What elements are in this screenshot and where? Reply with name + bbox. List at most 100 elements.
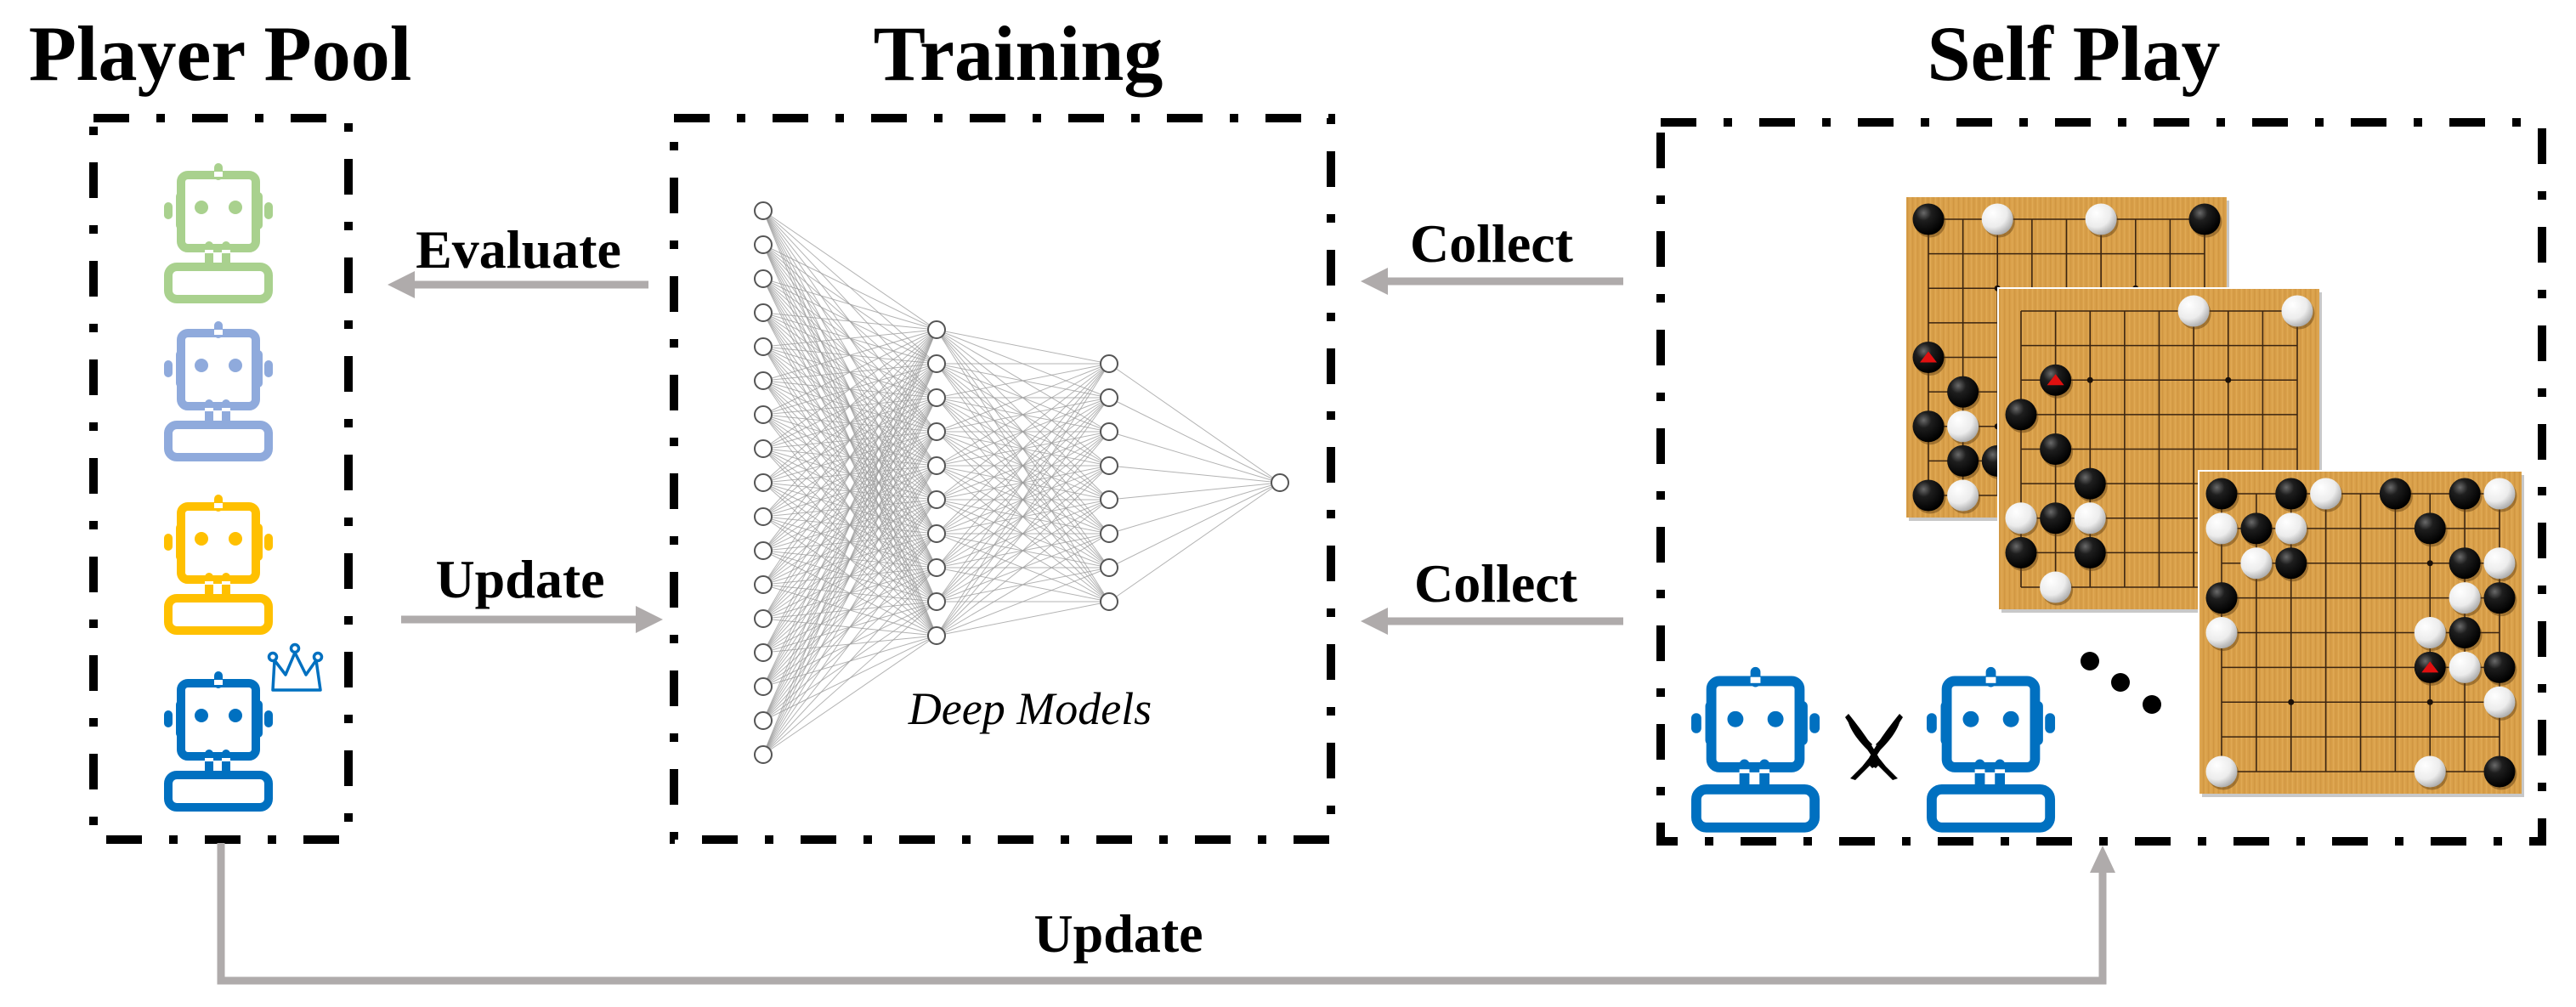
star-point: [2288, 699, 2295, 705]
network-node-layer-3: [1100, 558, 1118, 577]
network-node-layer-1: [754, 609, 773, 628]
white-stone: [2005, 502, 2037, 535]
network-edge: [1108, 482, 1281, 603]
network-edge: [1108, 397, 1281, 484]
black-stone: [2040, 433, 2072, 465]
ellipsis-icon: [2081, 652, 2161, 714]
network-node-layer-1: [754, 235, 773, 254]
black-stone: [2074, 536, 2106, 569]
white-stone: [2449, 582, 2481, 614]
crown-icon: [267, 642, 324, 692]
black-stone: [2188, 203, 2221, 235]
ellipsis-dot: [2143, 695, 2161, 714]
neural-network-diagram: [754, 201, 1289, 764]
network-node-layer-2: [927, 354, 946, 373]
black-stone: [2449, 478, 2481, 510]
training-title: Training: [874, 10, 1163, 97]
black-stone: [2449, 617, 2481, 648]
network-node-layer-1: [754, 677, 773, 696]
crossed-swords-icon: [1845, 714, 1903, 780]
network-node-layer-1: [754, 711, 773, 730]
collect-label-top: Collect: [1410, 213, 1574, 274]
network-node-layer-1: [754, 575, 773, 594]
star-point: [2426, 699, 2433, 705]
robot-avatar-2: [164, 321, 273, 461]
black-stone: [1947, 376, 1979, 408]
update-loop-label: Update: [1033, 903, 1203, 964]
network-node-layer-2: [927, 524, 946, 543]
player-pool-title: Player Pool: [29, 10, 412, 97]
star-point: [2086, 376, 2093, 383]
self-play-training-diagram: Player Pool Training Self Play Deep Mode…: [29, 10, 2546, 985]
black-stone: [2483, 755, 2516, 788]
white-stone: [2449, 651, 2481, 683]
network-node-layer-3: [1100, 490, 1118, 509]
white-stone: [2205, 755, 2238, 788]
white-stone: [2414, 617, 2446, 648]
deep-models-caption: Deep Models: [908, 683, 1152, 734]
go-board-3: [2198, 470, 2524, 797]
white-stone: [1981, 203, 2013, 235]
network-node-layer-2: [927, 592, 946, 611]
network-node-layer-1: [754, 745, 773, 764]
network-node-layer-3: [1100, 354, 1118, 373]
robot-avatar-1: [164, 163, 273, 303]
player-pool-box: [89, 114, 353, 844]
network-node-layer-3: [1100, 388, 1118, 407]
black-stone: [2074, 467, 2106, 500]
network-node-layer-2: [927, 422, 946, 441]
white-stone: [2074, 502, 2106, 535]
white-stone: [1947, 479, 1979, 512]
update-arrow: [401, 606, 663, 633]
network-edges: [762, 210, 1281, 755]
network-node-layer-1: [754, 371, 773, 390]
ellipsis-dot: [2081, 652, 2099, 670]
network-node-layer-3: [1100, 592, 1118, 611]
star-point: [2426, 560, 2433, 567]
network-node-layer-3: [1100, 524, 1118, 543]
star-point: [2225, 376, 2232, 383]
network-edge: [936, 533, 1110, 636]
black-stone: [2414, 512, 2446, 545]
network-node-layer-1: [754, 473, 773, 492]
network-edge: [1108, 482, 1281, 501]
black-stone: [2005, 399, 2037, 431]
white-stone: [2275, 512, 2307, 545]
network-edge: [936, 329, 1110, 365]
white-stone: [2040, 571, 2072, 603]
network-node-layer-3: [1100, 422, 1118, 441]
network-node-layer-1: [754, 405, 773, 424]
black-stone: [2275, 478, 2307, 510]
network-edge: [936, 397, 1110, 636]
network-node-layer-2: [927, 490, 946, 509]
self-play-robot-1: [1691, 666, 1820, 833]
network-edge: [1108, 363, 1281, 484]
network-node-layer-1: [754, 643, 773, 662]
collect-label-bottom: Collect: [1414, 553, 1578, 614]
white-stone: [2281, 295, 2313, 327]
white-stone: [2240, 547, 2273, 580]
white-stone: [2177, 295, 2210, 327]
black-stone: [2379, 478, 2411, 510]
black-stone: [1912, 203, 1945, 235]
black-stone: [2483, 582, 2516, 614]
network-node-layer-1: [754, 269, 773, 288]
evaluate-label: Evaluate: [416, 219, 621, 280]
white-stone: [2310, 478, 2342, 510]
network-edge: [936, 465, 1110, 636]
self-play-robot-2: [1927, 666, 2056, 833]
network-edge: [1108, 482, 1281, 535]
network-node-layer-4: [1271, 473, 1289, 492]
white-stone: [2205, 512, 2238, 545]
network-node-layer-3: [1100, 456, 1118, 475]
network-edge: [1108, 482, 1281, 569]
white-stone: [2483, 547, 2516, 580]
white-stone: [2085, 203, 2117, 235]
white-stone: [2205, 617, 2238, 648]
network-edge: [1108, 431, 1281, 484]
network-node-layer-2: [927, 320, 946, 339]
ellipsis-dot: [2111, 673, 2130, 692]
black-stone: [2205, 582, 2238, 614]
robot-avatar-4: [164, 671, 273, 812]
black-stone: [1912, 479, 1945, 512]
